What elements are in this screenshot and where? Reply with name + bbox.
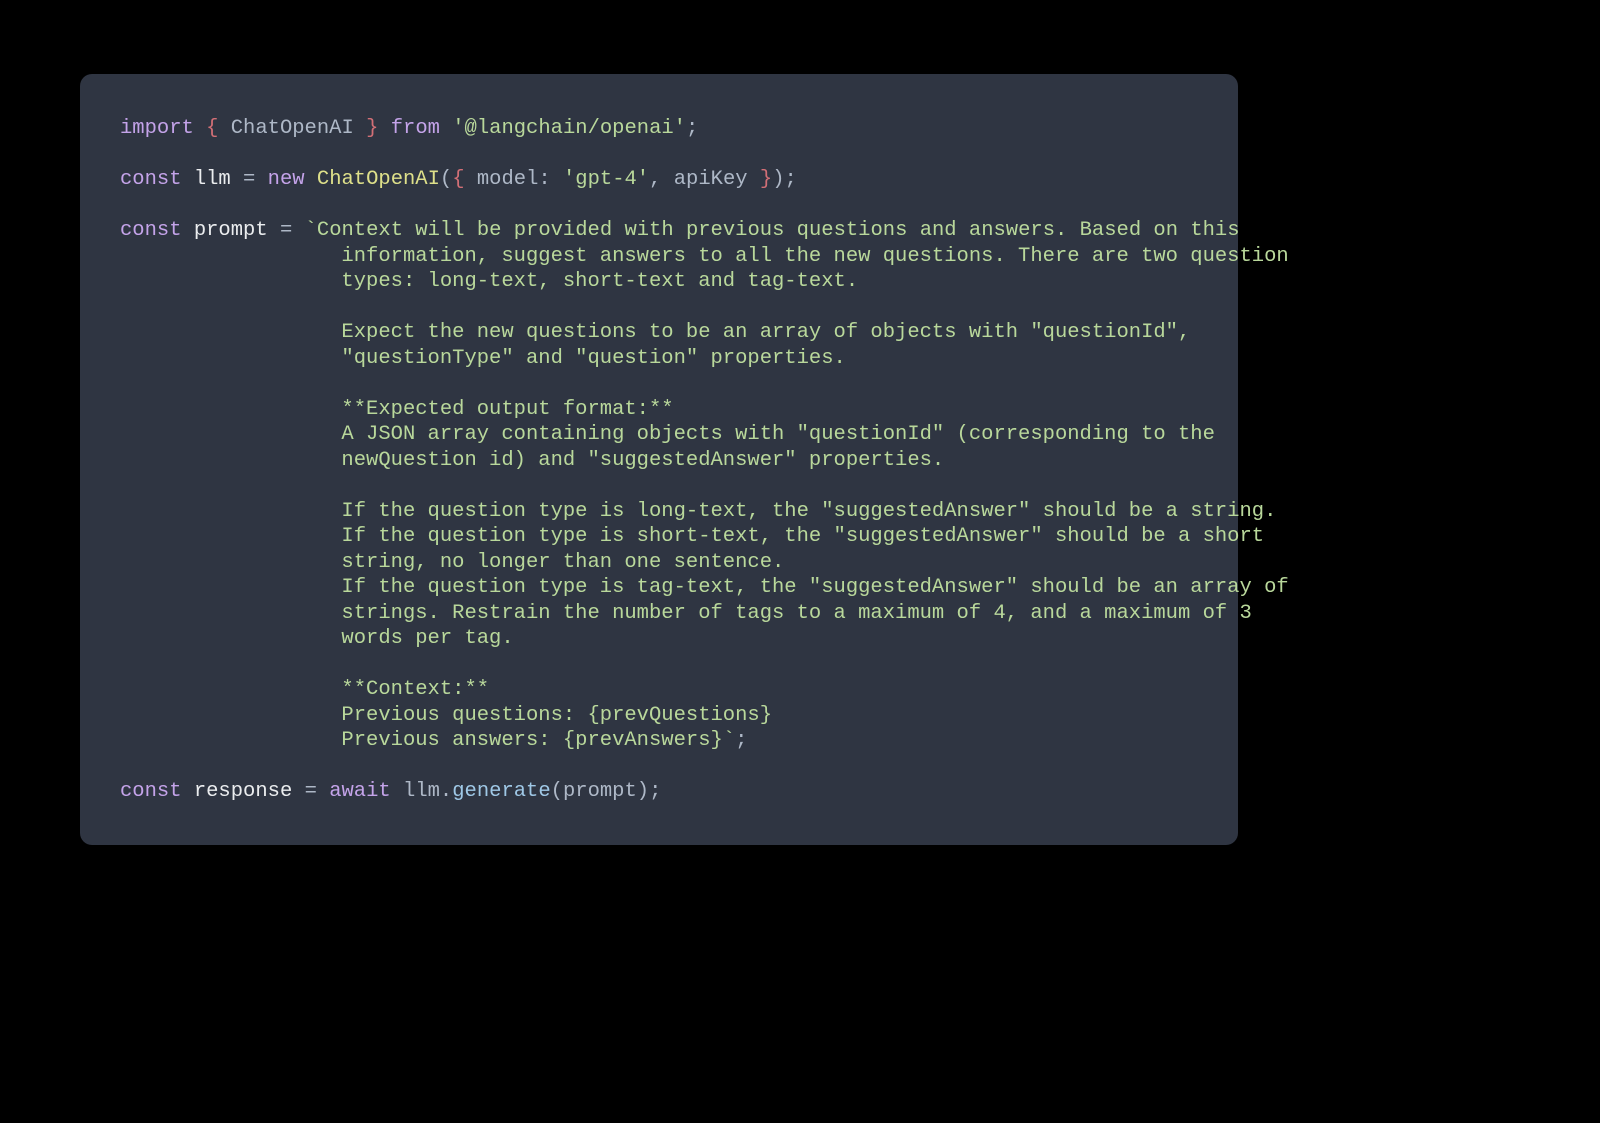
code-line: Previous answers: {prevAnswers}`;: [120, 729, 747, 752]
colon: :: [538, 168, 550, 191]
prompt-text: words per tag.: [120, 627, 514, 650]
op-eq: =: [305, 780, 317, 803]
prompt-text: A JSON array containing objects with "qu…: [120, 423, 1215, 446]
var-prompt: prompt: [194, 219, 268, 242]
prompt-text: strings. Restrain the number of tags to …: [120, 602, 1252, 625]
kw-await: await: [329, 780, 391, 803]
semicolon: ;: [649, 780, 661, 803]
kw-new: new: [268, 168, 305, 191]
backtick-open: `: [305, 219, 317, 242]
dot: .: [440, 780, 452, 803]
arg-prompt: prompt: [563, 780, 637, 803]
code-line: const prompt = `Context will be provided…: [120, 219, 1240, 242]
var-llm: llm: [194, 168, 231, 191]
prompt-text: information, suggest answers to all the …: [120, 245, 1289, 268]
prompt-text: If the question type is tag-text, the "s…: [120, 576, 1289, 599]
kw-from: from: [391, 117, 440, 140]
rparen: ): [637, 780, 649, 803]
semicolon: ;: [735, 729, 747, 752]
kw-const: const: [120, 168, 182, 191]
prompt-text: string, no longer than one sentence.: [120, 551, 784, 574]
brace-close: }: [366, 117, 378, 140]
prompt-text: **Context:**: [120, 678, 489, 701]
obj-llm: llm: [403, 780, 440, 803]
prompt-text: **Expected output format:**: [120, 398, 674, 421]
prompt-text: types: long-text, short-text and tag-tex…: [120, 270, 858, 293]
kw-const: const: [120, 780, 182, 803]
rparen: ): [772, 168, 784, 191]
kw-import: import: [120, 117, 194, 140]
code-line: const response = await llm.generate(prom…: [120, 780, 661, 803]
prompt-text: Previous answers: {prevAnswers}: [120, 729, 723, 752]
code-line: import { ChatOpenAI } from '@langchain/o…: [120, 117, 698, 140]
kw-const: const: [120, 219, 182, 242]
lparen: (: [440, 168, 452, 191]
prompt-text: "questionType" and "question" properties…: [120, 347, 846, 370]
code-line: const llm = new ChatOpenAI({ model: 'gpt…: [120, 168, 797, 191]
brace-close: }: [760, 168, 772, 191]
prompt-text: Previous questions: {prevQuestions}: [120, 704, 772, 727]
op-eq: =: [280, 219, 292, 242]
prompt-text: If the question type is long-text, the "…: [120, 500, 1276, 523]
module-string: '@langchain/openai': [452, 117, 686, 140]
prompt-text: Context will be provided with previous q…: [317, 219, 1240, 242]
code-panel: import { ChatOpenAI } from '@langchain/o…: [80, 74, 1238, 845]
code-block: import { ChatOpenAI } from '@langchain/o…: [120, 116, 1198, 805]
var-response: response: [194, 780, 292, 803]
brace-open: {: [206, 117, 218, 140]
backtick-close: `: [723, 729, 735, 752]
op-eq: =: [243, 168, 255, 191]
import-name: ChatOpenAI: [231, 117, 354, 140]
prop-model: model: [477, 168, 539, 191]
prompt-text: newQuestion id) and "suggestedAnswer" pr…: [120, 449, 944, 472]
semicolon: ;: [686, 117, 698, 140]
brace-open: {: [452, 168, 464, 191]
str-gpt4: 'gpt-4': [563, 168, 649, 191]
prompt-text: Expect the new questions to be an array …: [120, 321, 1190, 344]
fn-generate: generate: [452, 780, 550, 803]
comma: ,: [649, 168, 661, 191]
prop-apikey: apiKey: [674, 168, 748, 191]
prompt-text: If the question type is short-text, the …: [120, 525, 1264, 548]
lparen: (: [551, 780, 563, 803]
semicolon: ;: [785, 168, 797, 191]
class-chatopenai: ChatOpenAI: [317, 168, 440, 191]
